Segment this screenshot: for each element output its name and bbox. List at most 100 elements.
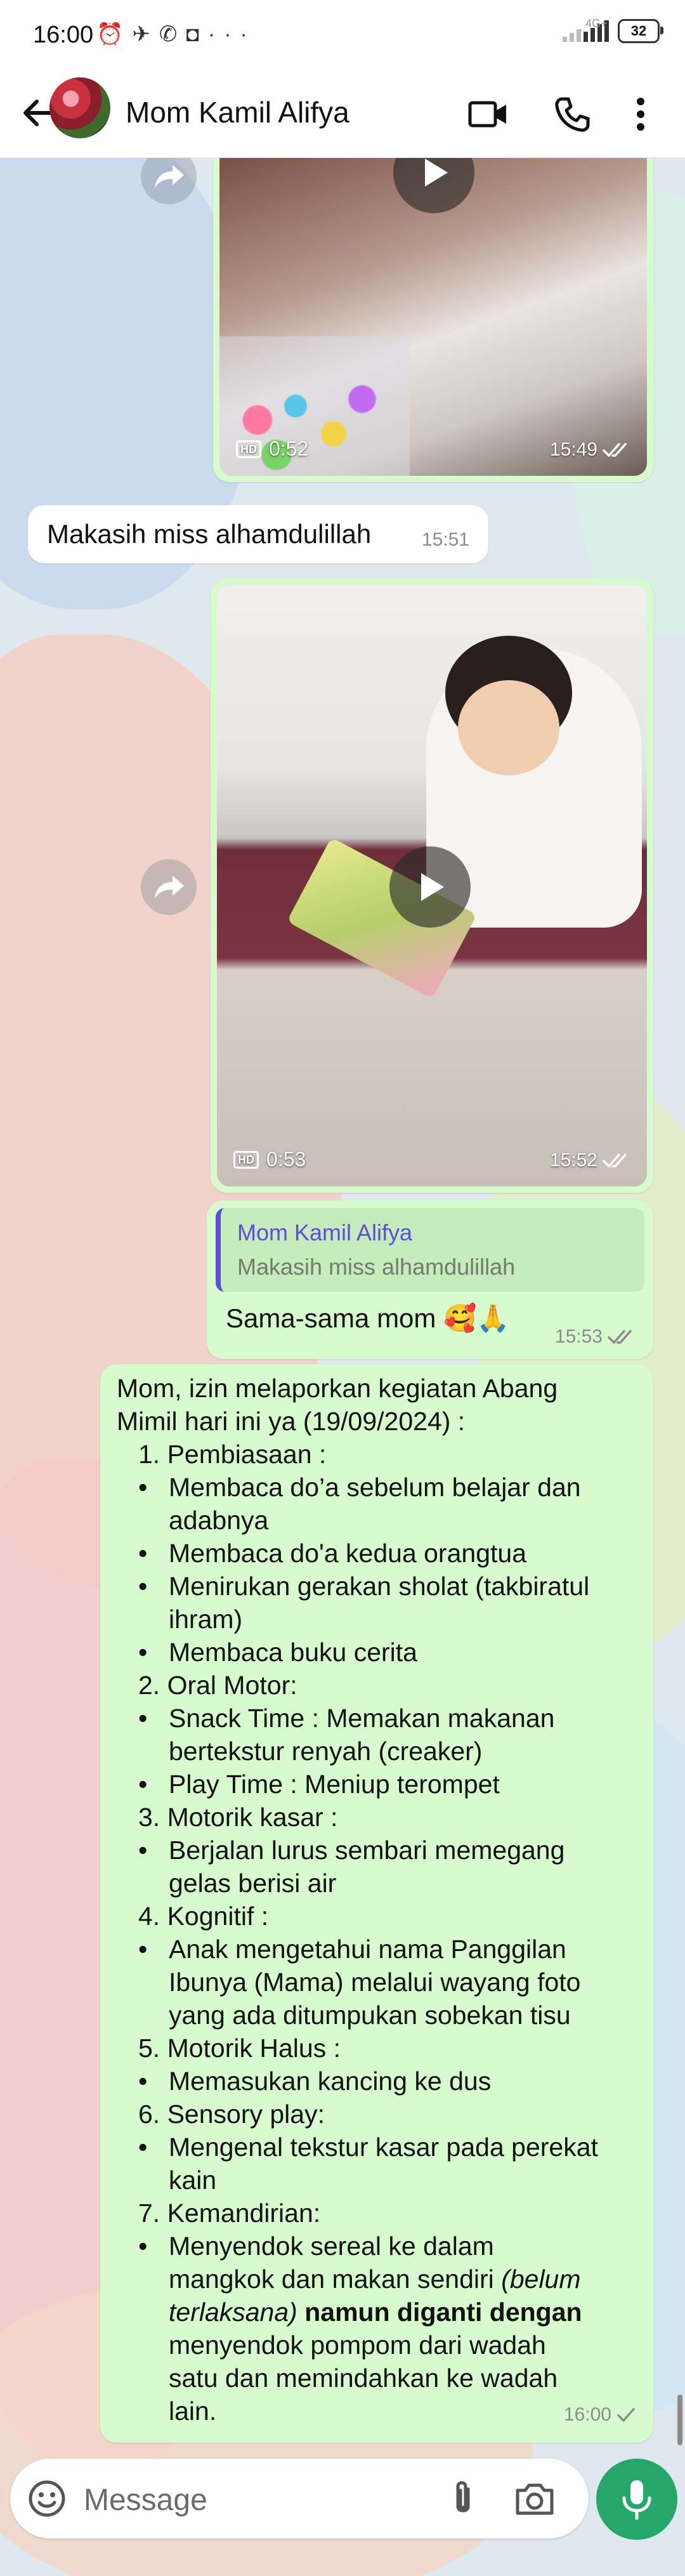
report-line: Membaca do’a sebelum belajar dan — [169, 1473, 581, 1502]
report-line: Mimil hari ini ya (19/09/2024) : — [117, 1407, 466, 1436]
report-line: adabnya — [169, 1506, 269, 1535]
report-message[interactable]: Mom, izin melaporkan kegiatan Abang Mimi… — [100, 1364, 653, 2443]
incoming-message[interactable]: Makasih miss alhamdulillah 15:51 — [28, 505, 488, 563]
instagram-icon: ◘ — [186, 22, 208, 46]
report-line: Berjalan lurus sembari memegang — [169, 1836, 565, 1865]
message-time: 16:00 — [564, 2398, 636, 2431]
report-heading: 2. Oral Motor: — [138, 1671, 297, 1700]
signal-icon: 4G+ — [563, 18, 609, 42]
bullet-icon: • — [138, 2231, 148, 2261]
message-time: 15:49 — [550, 439, 630, 461]
message-time: 15:51 — [421, 529, 469, 550]
play-button[interactable] — [389, 846, 471, 928]
alarm-icon: ⏰ — [96, 22, 133, 46]
video-info: HD 0:53 — [233, 1148, 306, 1171]
quoted-message[interactable]: Mom Kamil Alifya Makasih miss alhamdulil… — [216, 1208, 644, 1292]
time-label: 15:52 — [549, 1150, 597, 1171]
battery-icon: 32 — [618, 19, 663, 43]
play-button[interactable] — [393, 157, 474, 213]
bullet-icon: • — [138, 1770, 148, 1799]
battery-level: 32 — [630, 23, 647, 39]
more-options-button[interactable] — [622, 89, 660, 140]
report-line: Mengenal tekstur kasar pada perekat — [169, 2132, 598, 2162]
video-thumbnail[interactable]: HD 0:53 15:52 — [217, 585, 647, 1186]
report-line: Ibunya (Mama) melalui wayang foto — [169, 1968, 581, 1997]
more-icon: ··· — [207, 22, 256, 46]
status-right: 4G+ 32 — [563, 18, 663, 43]
bullet-icon: • — [138, 1836, 148, 1865]
report-heading: 3. Motorik kasar : — [138, 1803, 338, 1832]
message-text: Sama-sama mom 🥰🙏 — [226, 1303, 510, 1333]
camera-icon — [516, 2483, 554, 2515]
report-line: Membaca buku cerita — [169, 1638, 417, 1667]
report-heading: 7. Kemandirian: — [138, 2198, 321, 2228]
report-line: gelas berisi air — [169, 1869, 337, 1898]
emoji-icon — [29, 2480, 65, 2517]
share-arrow-icon — [155, 165, 184, 188]
status-bar: 16:00 ⏰✈✆◘··· 4G+ 32 — [0, 0, 685, 70]
bullet-icon: • — [138, 1572, 148, 1601]
double-check-icon — [608, 1330, 632, 1344]
video-message[interactable]: HD 0:53 15:52 — [211, 579, 653, 1193]
camera-button[interactable] — [512, 2478, 557, 2520]
quoted-sender: Mom Kamil Alifya — [237, 1219, 413, 1245]
telegram-icon: ✈ — [132, 22, 159, 46]
report-line: Anak mengetahui nama Panggilan — [169, 1935, 566, 1964]
bullet-icon: • — [138, 1539, 148, 1568]
status-time: 16:00 — [33, 22, 94, 48]
bullet-icon: • — [138, 1638, 148, 1667]
video-call-button[interactable] — [463, 89, 514, 140]
forward-button[interactable] — [141, 859, 197, 915]
report-line: Memasukan kancing ke dus — [169, 2067, 492, 2096]
play-icon — [421, 873, 444, 901]
report-italic: terlaksana) — [169, 2297, 297, 2327]
report-bold: namun diganti dengan — [304, 2297, 582, 2327]
message-input-bar: Message — [10, 2459, 589, 2539]
report-line: Play Time : Meniup terompet — [169, 1770, 500, 1799]
bullet-icon: • — [138, 1473, 148, 1502]
report-line: Membaca do'a kedua orangtua — [169, 1539, 526, 1568]
scrollbar-thumb[interactable] — [677, 2395, 682, 2445]
video-message[interactable]: HD 0:52 15:49 — [213, 157, 653, 482]
report-line: Mom, izin melaporkan kegiatan Abang — [117, 1374, 558, 1403]
phone-icon — [555, 97, 590, 132]
share-arrow-icon — [155, 876, 184, 898]
check-icon — [617, 2408, 635, 2422]
report-heading: 5. Motorik Halus : — [138, 2034, 341, 2063]
message-time: 15:52 — [550, 1150, 630, 1171]
message-input[interactable]: Message — [84, 2483, 207, 2518]
time-label: 15:49 — [549, 439, 597, 460]
voice-call-button[interactable] — [547, 89, 597, 140]
whatsapp-icon: ✆ — [159, 22, 186, 46]
video-camera-icon — [468, 101, 506, 128]
bullet-icon: • — [138, 1935, 148, 1964]
report-line: kain — [169, 2165, 217, 2195]
report-line: mangkok dan makan sendiri — [169, 2264, 494, 2294]
report-heading: 6. Sensory play: — [138, 2100, 325, 2129]
hd-badge: HD — [236, 440, 261, 458]
time-label: 16:00 — [563, 2404, 611, 2425]
report-line: bertekstur renyah (creaker) — [169, 1737, 483, 1766]
report-line: Menyendok sereal ke dalam — [169, 2231, 494, 2261]
quoted-text: Makasih miss alhamdulillah — [237, 1254, 516, 1280]
voice-record-button[interactable] — [596, 2459, 677, 2540]
chat-header: Mom Kamil Alifya — [0, 70, 685, 158]
reply-message[interactable]: Mom Kamil Alifya Makasih miss alhamdulil… — [207, 1200, 653, 1359]
double-check-icon — [603, 1153, 627, 1168]
bullet-icon: • — [138, 2132, 148, 2162]
message-time: 15:53 — [555, 1326, 636, 1348]
double-check-icon — [603, 443, 627, 457]
report-line: yang ada ditumpukan sobekan tisu — [169, 2001, 571, 2030]
hd-badge: HD — [233, 1150, 259, 1169]
message-text: Makasih miss alhamdulillah — [47, 519, 372, 549]
avatar[interactable] — [49, 77, 110, 138]
contact-name[interactable]: Mom Kamil Alifya — [126, 95, 349, 129]
attach-button[interactable] — [443, 2478, 483, 2520]
video-thumbnail[interactable]: HD 0:52 15:49 — [219, 157, 647, 476]
video-info: HD 0:52 — [236, 437, 308, 461]
time-label: 15:53 — [554, 1326, 603, 1347]
report-heading: 1. Pembiasaan : — [138, 1440, 327, 1469]
emoji-button[interactable] — [27, 2478, 67, 2519]
report-line: Snack Time : Memakan makanan — [169, 1704, 555, 1733]
more-vertical-icon — [637, 98, 644, 131]
